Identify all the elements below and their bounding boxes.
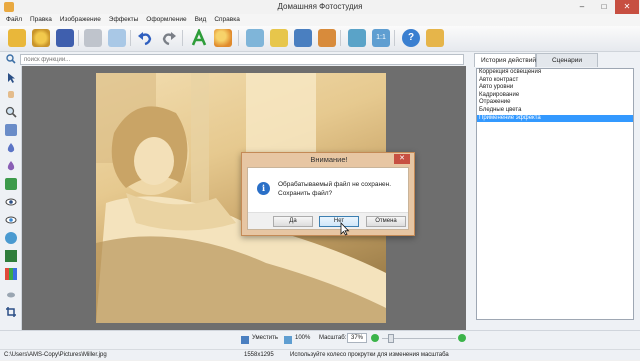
- function-search-bar: [0, 52, 470, 66]
- cancel-button[interactable]: Отмена: [366, 216, 406, 227]
- history-item[interactable]: Авто контраст: [477, 77, 633, 85]
- collage-icon[interactable]: [246, 29, 264, 47]
- app-window: Домашняя Фотостудия – □ ✕ Файл Правка Из…: [0, 0, 640, 360]
- rgb-channels-icon[interactable]: [5, 268, 17, 280]
- actual-size-button[interactable]: 100%: [295, 335, 310, 341]
- main-toolbar: 1:1 ?: [0, 26, 640, 52]
- menu-file[interactable]: Файл: [6, 14, 22, 26]
- title-bar: Домашняя Фотостудия – □ ✕: [0, 0, 640, 14]
- window-title: Домашняя Фотостудия: [277, 2, 363, 11]
- save-icon[interactable]: [56, 29, 74, 47]
- info-row: C:\Users\AMS-Copy\Pictures\Miller.jpg 15…: [0, 349, 640, 361]
- history-item[interactable]: Бледные цвета: [477, 107, 633, 115]
- undo-icon[interactable]: [136, 29, 154, 47]
- no-button[interactable]: Нет: [319, 216, 359, 227]
- history-list: Коррекция освещения Авто контраст Авто у…: [476, 68, 634, 320]
- text-tool-icon[interactable]: [190, 27, 208, 47]
- close-button[interactable]: ✕: [615, 0, 639, 14]
- status-bar: Уместить 100% Масштаб: 37% C:\Users\AMS-…: [0, 330, 640, 360]
- fit-screen-icon[interactable]: [348, 29, 366, 47]
- maximize-button[interactable]: □: [594, 0, 614, 14]
- tab-history[interactable]: История действий: [474, 53, 536, 67]
- print-icon[interactable]: [84, 29, 102, 47]
- paint-bucket-icon[interactable]: [5, 178, 17, 190]
- zoom-value-field[interactable]: 37%: [347, 333, 367, 343]
- camera-roll-icon[interactable]: [32, 29, 50, 47]
- dialog-close-button[interactable]: ✕: [394, 154, 410, 164]
- dialog-title: Внимание!: [310, 155, 348, 164]
- menu-design[interactable]: Оформление: [146, 14, 186, 26]
- zoom-out-icon[interactable]: [371, 334, 379, 342]
- zoom-tool-icon[interactable]: [5, 106, 17, 118]
- fit-button[interactable]: Уместить: [252, 335, 278, 341]
- eye-redeye-icon[interactable]: [5, 196, 17, 208]
- open-folder-icon[interactable]: [8, 29, 26, 47]
- calendar-icon[interactable]: [294, 29, 312, 47]
- mouse-cursor-icon: [340, 222, 350, 236]
- menu-effects[interactable]: Эффекты: [109, 14, 139, 26]
- package-icon[interactable]: [426, 29, 444, 47]
- select-arrow-icon[interactable]: [5, 72, 17, 84]
- redo-icon[interactable]: [160, 29, 178, 47]
- palette-icon[interactable]: [214, 29, 232, 47]
- toolbar-separator: [130, 30, 131, 46]
- fill-square-icon[interactable]: [5, 250, 17, 262]
- menu-edit[interactable]: Правка: [30, 14, 52, 26]
- history-item[interactable]: Отражение: [477, 99, 633, 107]
- toolbar-separator: [182, 30, 183, 46]
- right-panel: История действий Сценарии Коррекция осве…: [470, 52, 640, 330]
- menu-image[interactable]: Изображение: [60, 14, 101, 26]
- dialog-message-line2: Сохранить файл?: [278, 190, 333, 197]
- history-item[interactable]: Коррекция освещения: [477, 69, 633, 77]
- dialog-body: i Обрабатываемый файл не сохранен. Сохра…: [247, 167, 409, 230]
- dialog-message: Обрабатываемый файл не сохранен. Сохрани…: [278, 180, 406, 198]
- file-path: C:\Users\AMS-Copy\Pictures\Miller.jpg: [4, 352, 107, 358]
- left-toolbar: [0, 66, 22, 330]
- zoom-in-icon[interactable]: [458, 334, 466, 342]
- toolbar-separator: [238, 30, 239, 46]
- color-circle-icon[interactable]: [5, 232, 17, 244]
- tab-scenarios[interactable]: Сценарии: [536, 53, 598, 67]
- help-icon[interactable]: ?: [402, 29, 420, 47]
- zoom-slider-thumb[interactable]: [388, 334, 394, 343]
- postcard-icon[interactable]: [318, 29, 336, 47]
- function-search-input[interactable]: [20, 54, 464, 65]
- print-preview-icon[interactable]: [108, 29, 126, 47]
- blur-drop-icon[interactable]: [5, 142, 17, 154]
- minimize-button[interactable]: –: [572, 0, 592, 14]
- toolbar-separator: [394, 30, 395, 46]
- fit-icon[interactable]: [241, 336, 249, 344]
- brush-icon[interactable]: [5, 124, 17, 136]
- toolbar-separator: [340, 30, 341, 46]
- history-item[interactable]: Авто уровни: [477, 84, 633, 92]
- zoom-controls: Уместить 100% Масштаб: 37%: [0, 333, 640, 347]
- actual-size-small-icon[interactable]: [284, 336, 292, 344]
- hint-text: Используйте колесо прокрутки для изменен…: [290, 352, 449, 358]
- zoom-label: Масштаб:: [319, 335, 347, 341]
- crop-icon[interactable]: [5, 306, 17, 318]
- eraser-icon[interactable]: [5, 288, 17, 300]
- hand-pan-icon[interactable]: [5, 88, 17, 100]
- sharpen-drop-icon[interactable]: [5, 160, 17, 172]
- eye-whiten-icon[interactable]: [5, 214, 17, 226]
- info-icon: i: [257, 182, 270, 195]
- unsaved-changes-dialog: Внимание! ✕ i Обрабатываемый файл не сох…: [241, 152, 415, 236]
- frame-icon[interactable]: [270, 29, 288, 47]
- history-item[interactable]: Кадрирование: [477, 92, 633, 100]
- menu-view[interactable]: Вид: [195, 14, 207, 26]
- menu-help[interactable]: Справка: [214, 14, 240, 26]
- dialog-message-line1: Обрабатываемый файл не сохранен.: [278, 181, 392, 188]
- yes-button[interactable]: Да: [273, 216, 313, 227]
- menu-bar: Файл Правка Изображение Эффекты Оформлен…: [0, 14, 640, 26]
- image-dimensions: 1558x1295: [244, 352, 274, 358]
- search-icon: [6, 54, 16, 64]
- dialog-button-bar: Да Нет Отмена: [248, 212, 408, 229]
- history-item-selected[interactable]: Применение эффекта: [477, 114, 633, 123]
- toolbar-separator: [78, 30, 79, 46]
- actual-size-icon[interactable]: 1:1: [372, 29, 390, 47]
